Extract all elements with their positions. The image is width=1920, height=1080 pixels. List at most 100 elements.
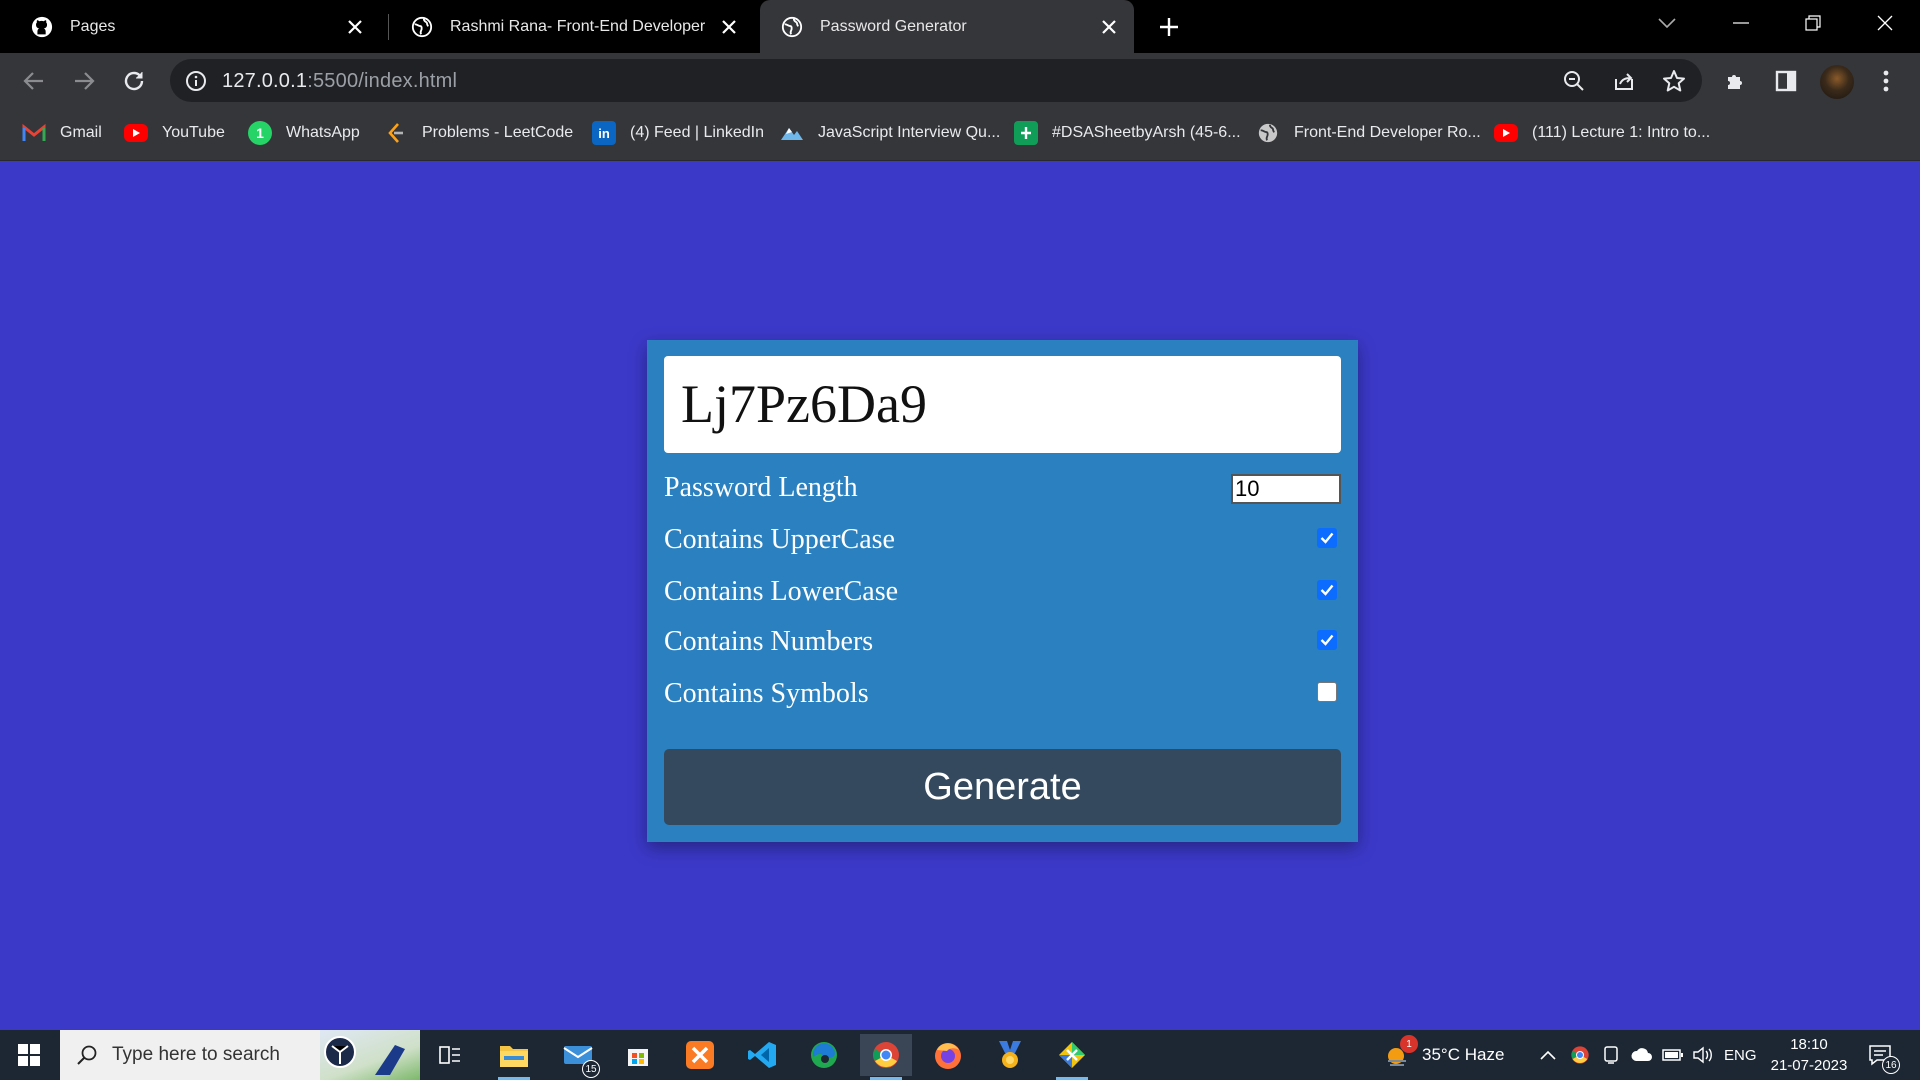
file-explorer-icon[interactable]: [488, 1034, 540, 1080]
taskbar-search-box[interactable]: Type here to search: [60, 1030, 420, 1080]
onedrive-cloud-icon[interactable]: [1630, 1030, 1654, 1080]
restore-icon[interactable]: [1784, 0, 1842, 46]
reload-icon[interactable]: [116, 63, 152, 99]
mail-icon[interactable]: 15: [552, 1034, 604, 1078]
volume-icon[interactable]: [1692, 1030, 1714, 1080]
minimize-icon[interactable]: [1712, 0, 1770, 46]
xampp-icon[interactable]: [674, 1034, 726, 1076]
mountain-icon: [780, 121, 804, 145]
youtube-icon: [1494, 124, 1518, 142]
lowercase-label: Contains LowerCase: [664, 576, 899, 607]
url-text: 127.0.0.1:5500/index.html: [222, 70, 458, 92]
bookmark-frontend-roadmap[interactable]: Front-End Developer Ro...: [1256, 109, 1481, 157]
windows-start-icon[interactable]: [0, 1030, 58, 1080]
tab-search-chevron-icon[interactable]: [1638, 0, 1696, 46]
chrome-icon[interactable]: [860, 1034, 912, 1080]
address-bar[interactable]: 127.0.0.1:5500/index.html: [170, 59, 1702, 102]
uppercase-label: Contains UpperCase: [664, 524, 895, 555]
profile-avatar[interactable]: [1820, 65, 1854, 99]
vscode-icon[interactable]: [736, 1034, 788, 1076]
uppercase-checkbox[interactable]: [1317, 528, 1337, 548]
option-lowercase-row: Contains LowerCase: [664, 572, 1341, 612]
tab-title: Rashmi Rana- Front-End Developer: [450, 17, 706, 35]
tab-title: Password Generator: [820, 17, 967, 35]
site-info-icon[interactable]: [184, 69, 208, 93]
symbols-label: Contains Symbols: [664, 678, 869, 709]
zoom-icon[interactable]: [1560, 67, 1588, 95]
sheets-icon: [1014, 121, 1038, 145]
git-gui-icon[interactable]: [1046, 1034, 1098, 1080]
taskbar: Type here to search 15 1 35°C Haze ENG 1…: [0, 1030, 1920, 1080]
weather-sun-icon: 1: [1384, 1035, 1418, 1069]
bookmark-dsa-sheet[interactable]: #DSASheetbyArsh (45-6...: [1014, 109, 1241, 157]
bookmark-star-icon[interactable]: [1660, 67, 1688, 95]
bookmark-javascript-interview[interactable]: JavaScript Interview Qu...: [780, 109, 1000, 157]
task-view-icon[interactable]: [424, 1034, 476, 1076]
bookmark-youtube[interactable]: YouTube: [124, 109, 225, 157]
input-language[interactable]: ENG: [1724, 1030, 1757, 1080]
search-highlight-art: [320, 1030, 420, 1080]
github-icon: [30, 15, 54, 39]
option-symbols-row: Contains Symbols: [664, 674, 1341, 714]
bookmark-lecture[interactable]: (111) Lecture 1: Intro to...: [1494, 109, 1710, 157]
clock[interactable]: 18:10 21-07-2023: [1764, 1034, 1854, 1076]
weather-widget[interactable]: 1 35°C Haze: [1384, 1030, 1504, 1080]
bookmark-linkedin[interactable]: in (4) Feed | LinkedIn: [592, 109, 764, 157]
option-numbers-row: Contains Numbers: [664, 622, 1341, 662]
password-length-input[interactable]: [1231, 474, 1341, 504]
firefox-icon[interactable]: [922, 1034, 974, 1076]
numbers-label: Contains Numbers: [664, 626, 874, 657]
battery-icon[interactable]: [1662, 1030, 1684, 1080]
lowercase-checkbox[interactable]: [1317, 580, 1337, 600]
show-hidden-icons-chevron-icon[interactable]: [1540, 1030, 1556, 1080]
linkedin-icon: in: [592, 121, 616, 145]
bookmarks-bar: Gmail YouTube 1 WhatsApp Problems - Leet…: [0, 109, 1920, 161]
clock-time: 18:10: [1790, 1036, 1828, 1053]
tab-close-icon[interactable]: [1094, 12, 1124, 42]
globe-icon: [1256, 121, 1280, 145]
tab-close-icon[interactable]: [714, 12, 744, 42]
tab-password-generator[interactable]: Password Generator: [760, 0, 1134, 53]
globe-icon: [780, 15, 804, 39]
bookmark-whatsapp[interactable]: 1 WhatsApp: [248, 109, 360, 157]
symbols-checkbox[interactable]: [1317, 682, 1337, 702]
share-icon[interactable]: [1610, 67, 1638, 95]
whatsapp-icon: 1: [248, 121, 272, 145]
search-placeholder: Type here to search: [112, 1044, 280, 1065]
password-generator-card: Lj7Pz6Da9 Password Length Contains Upper…: [647, 340, 1358, 842]
youtube-icon: [124, 124, 148, 142]
gmail-icon: [22, 121, 46, 145]
numbers-checkbox[interactable]: [1317, 630, 1337, 650]
menu-kebab-icon[interactable]: [1868, 63, 1904, 99]
mail-badge: 15: [582, 1060, 600, 1078]
password-length-label: Password Length: [664, 472, 858, 503]
bookmark-leetcode[interactable]: Problems - LeetCode: [384, 109, 573, 157]
side-panel-icon[interactable]: [1768, 63, 1804, 99]
tab-rashmi-rana[interactable]: Rashmi Rana- Front-End Developer: [380, 0, 754, 53]
bookmark-gmail[interactable]: Gmail: [22, 109, 102, 157]
microsoft-store-icon[interactable]: [612, 1034, 664, 1076]
close-window-icon[interactable]: [1856, 0, 1914, 46]
tray-chrome-icon[interactable]: [1570, 1030, 1590, 1080]
back-arrow-icon[interactable]: [16, 63, 52, 99]
new-tab-plus-icon[interactable]: [1152, 10, 1186, 44]
browser-toolbar: 127.0.0.1:5500/index.html: [0, 53, 1920, 109]
extensions-puzzle-icon[interactable]: [1718, 63, 1754, 99]
tab-strip: Pages Rashmi Rana- Front-End Developer P…: [0, 0, 1920, 53]
globe-icon: [410, 15, 434, 39]
tab-pages[interactable]: Pages: [0, 0, 380, 53]
tray-device-icon[interactable]: [1602, 1030, 1620, 1080]
forward-arrow-icon[interactable]: [66, 63, 102, 99]
option-uppercase-row: Contains UpperCase: [664, 520, 1341, 560]
password-length-row: Password Length: [664, 468, 1341, 508]
tab-title: Pages: [70, 17, 116, 35]
edge-icon[interactable]: [798, 1034, 850, 1076]
weather-text: 35°C Haze: [1422, 1045, 1505, 1064]
tab-close-icon[interactable]: [340, 12, 370, 42]
notification-center-icon[interactable]: 16: [1868, 1030, 1900, 1080]
medal-app-icon[interactable]: [984, 1034, 1036, 1076]
notification-badge: 16: [1882, 1056, 1900, 1074]
password-display[interactable]: Lj7Pz6Da9: [664, 356, 1341, 453]
generate-button[interactable]: Generate: [664, 749, 1341, 825]
weather-badge: 1: [1400, 1035, 1418, 1053]
